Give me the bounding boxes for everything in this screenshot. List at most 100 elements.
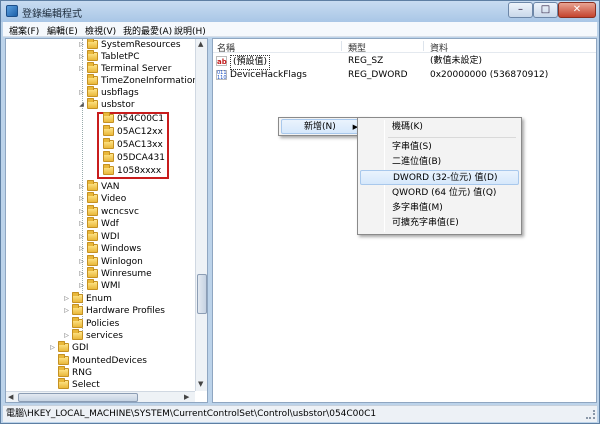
- scroll-left-icon[interactable]: ◀: [8, 393, 13, 401]
- tree-item[interactable]: ▷ Enum: [63, 292, 112, 305]
- folder-icon: [87, 205, 98, 216]
- tree-item[interactable]: 05AC13xx: [94, 138, 163, 151]
- value-row[interactable]: 011 110 DeviceHackFlags REG_DWORD 0x20000…: [213, 69, 596, 82]
- folder-icon: [72, 317, 83, 328]
- scroll-up-icon[interactable]: ▲: [198, 40, 203, 48]
- column-header-name[interactable]: 名稱: [217, 41, 235, 54]
- tree-item-label: Video: [101, 194, 127, 204]
- tree-item-usbstor[interactable]: ◢ usbstor: [78, 98, 135, 111]
- tree-item[interactable]: TimeZoneInformation: [78, 74, 198, 87]
- expand-icon[interactable]: ▷: [78, 218, 85, 230]
- menu-item-key[interactable]: 機碼(K): [360, 120, 519, 135]
- tree-item[interactable]: ▷ Windows: [78, 242, 142, 255]
- column-header-type[interactable]: 類型: [348, 41, 366, 54]
- tree-item[interactable]: 05AC12xx: [94, 125, 163, 138]
- expand-icon[interactable]: ▷: [78, 181, 85, 193]
- title-bar[interactable]: 登錄編輯程式 – □ ✕: [1, 1, 599, 22]
- tree-item-label: Winresume: [101, 269, 152, 279]
- column-header-data[interactable]: 資料: [430, 41, 448, 54]
- resize-grip-icon[interactable]: [586, 410, 595, 419]
- scroll-right-icon[interactable]: ▶: [184, 393, 189, 401]
- folder-icon: [58, 341, 69, 352]
- folder-icon: [87, 279, 98, 290]
- menu-item-dword-value[interactable]: DWORD (32-位元) 值(D): [360, 170, 519, 185]
- menu-item-new[interactable]: 新增(N) ▶: [281, 119, 365, 134]
- collapse-icon[interactable]: ◢: [78, 99, 85, 111]
- tree-item-selected[interactable]: 054C00C1: [94, 112, 164, 125]
- expand-icon[interactable]: ▷: [63, 293, 70, 305]
- tree-item-label: WMI: [101, 281, 121, 291]
- value-type: REG_SZ: [348, 56, 384, 66]
- value-name: DeviceHackFlags: [230, 70, 307, 80]
- column-header-row: 名稱 類型 資料: [213, 39, 596, 54]
- tree-item[interactable]: RNG: [49, 366, 92, 379]
- expand-icon[interactable]: ▷: [78, 256, 85, 268]
- tree-item[interactable]: ▷ services: [63, 329, 123, 342]
- expand-icon[interactable]: ▷: [78, 63, 85, 75]
- menu-separator: [388, 137, 516, 138]
- folder-icon: [103, 125, 114, 136]
- tree-item[interactable]: 1058xxxx: [94, 164, 162, 177]
- folder-icon: [72, 292, 83, 303]
- expand-icon[interactable]: ▷: [78, 268, 85, 280]
- expand-icon[interactable]: ▷: [78, 193, 85, 205]
- minimize-button[interactable]: –: [508, 2, 533, 18]
- menu-item-qword-value[interactable]: QWORD (64 位元) 值(Q): [360, 186, 519, 201]
- tree-item[interactable]: 05DCA431: [94, 151, 165, 164]
- tree-item[interactable]: ▷ WDI: [78, 230, 119, 243]
- folder-icon: [103, 138, 114, 149]
- scroll-down-icon[interactable]: ▼: [198, 380, 203, 388]
- expand-icon[interactable]: ▷: [78, 39, 85, 51]
- expand-icon[interactable]: ▷: [78, 87, 85, 99]
- folder-icon: [87, 192, 98, 203]
- menu-help[interactable]: 說明(H): [174, 24, 206, 37]
- tree-item[interactable]: Select: [49, 378, 100, 391]
- value-row[interactable]: ab (預設值) REG_SZ (數值未設定): [213, 55, 596, 70]
- registry-tree[interactable]: ▷ SystemResources ▷ TabletPC ▷ Terminal Ser…: [5, 38, 208, 403]
- tree-item-label: MountedDevices: [72, 356, 147, 366]
- menu-item-expandable-string-value[interactable]: 可擴充字串值(E): [360, 216, 519, 231]
- value-data: 0x20000000 (536870912): [430, 70, 549, 80]
- tree-item[interactable]: ▷ GDI: [49, 341, 89, 354]
- tree-item-label: RNG: [72, 368, 92, 378]
- folder-icon: [87, 74, 98, 85]
- tree-item[interactable]: ▷ Video: [78, 192, 127, 205]
- tree-item[interactable]: ▷ VAN: [78, 180, 120, 193]
- menu-item-multi-string-value[interactable]: 多字串值(M): [360, 201, 519, 216]
- tree-item-label: GDI: [72, 343, 89, 353]
- expand-icon[interactable]: ▷: [49, 342, 56, 354]
- tree-item[interactable]: ▷ Hardware Profiles: [63, 304, 165, 317]
- expand-icon[interactable]: ▷: [78, 280, 85, 292]
- tree-item-label: Select: [72, 380, 100, 390]
- folder-icon: [87, 267, 98, 278]
- expand-icon[interactable]: ▷: [63, 305, 70, 317]
- tree-vertical-scrollbar[interactable]: ▲ ▼: [195, 39, 207, 391]
- tree-item[interactable]: ▷ Wdf: [78, 217, 119, 230]
- expand-icon[interactable]: ▷: [78, 206, 85, 218]
- menu-item-binary-value[interactable]: 二進位值(B): [360, 155, 519, 170]
- folder-icon: [103, 112, 114, 123]
- menu-favorites[interactable]: 我的最愛(A): [123, 24, 172, 37]
- status-bar: 電腦\HKEY_LOCAL_MACHINE\SYSTEM\CurrentCont…: [3, 405, 597, 422]
- close-button[interactable]: ✕: [558, 2, 596, 18]
- tree-item[interactable]: ▷ WMI: [78, 279, 121, 292]
- tree-item-label: services: [86, 331, 123, 341]
- tree-item-label: 05AC13xx: [117, 140, 163, 150]
- scroll-thumb[interactable]: [18, 393, 138, 402]
- menu-file[interactable]: 檔案(F): [9, 24, 39, 37]
- tree-item-label: Windows: [101, 244, 142, 254]
- menu-item-string-value[interactable]: 字串值(S): [360, 140, 519, 155]
- expand-icon[interactable]: ▷: [78, 51, 85, 63]
- column-divider[interactable]: [341, 41, 342, 51]
- folder-icon: [58, 378, 69, 389]
- tree-item-label: VAN: [101, 182, 120, 192]
- scroll-thumb[interactable]: [197, 274, 207, 314]
- expand-icon[interactable]: ▷: [78, 231, 85, 243]
- expand-icon[interactable]: ▷: [78, 243, 85, 255]
- menu-view[interactable]: 檢視(V): [85, 24, 116, 37]
- menu-edit[interactable]: 編輯(E): [47, 24, 78, 37]
- tree-item-label: 1058xxxx: [117, 166, 162, 176]
- maximize-button[interactable]: □: [533, 2, 558, 18]
- tree-horizontal-scrollbar[interactable]: ◀ ▶: [6, 391, 195, 402]
- column-divider[interactable]: [423, 41, 424, 51]
